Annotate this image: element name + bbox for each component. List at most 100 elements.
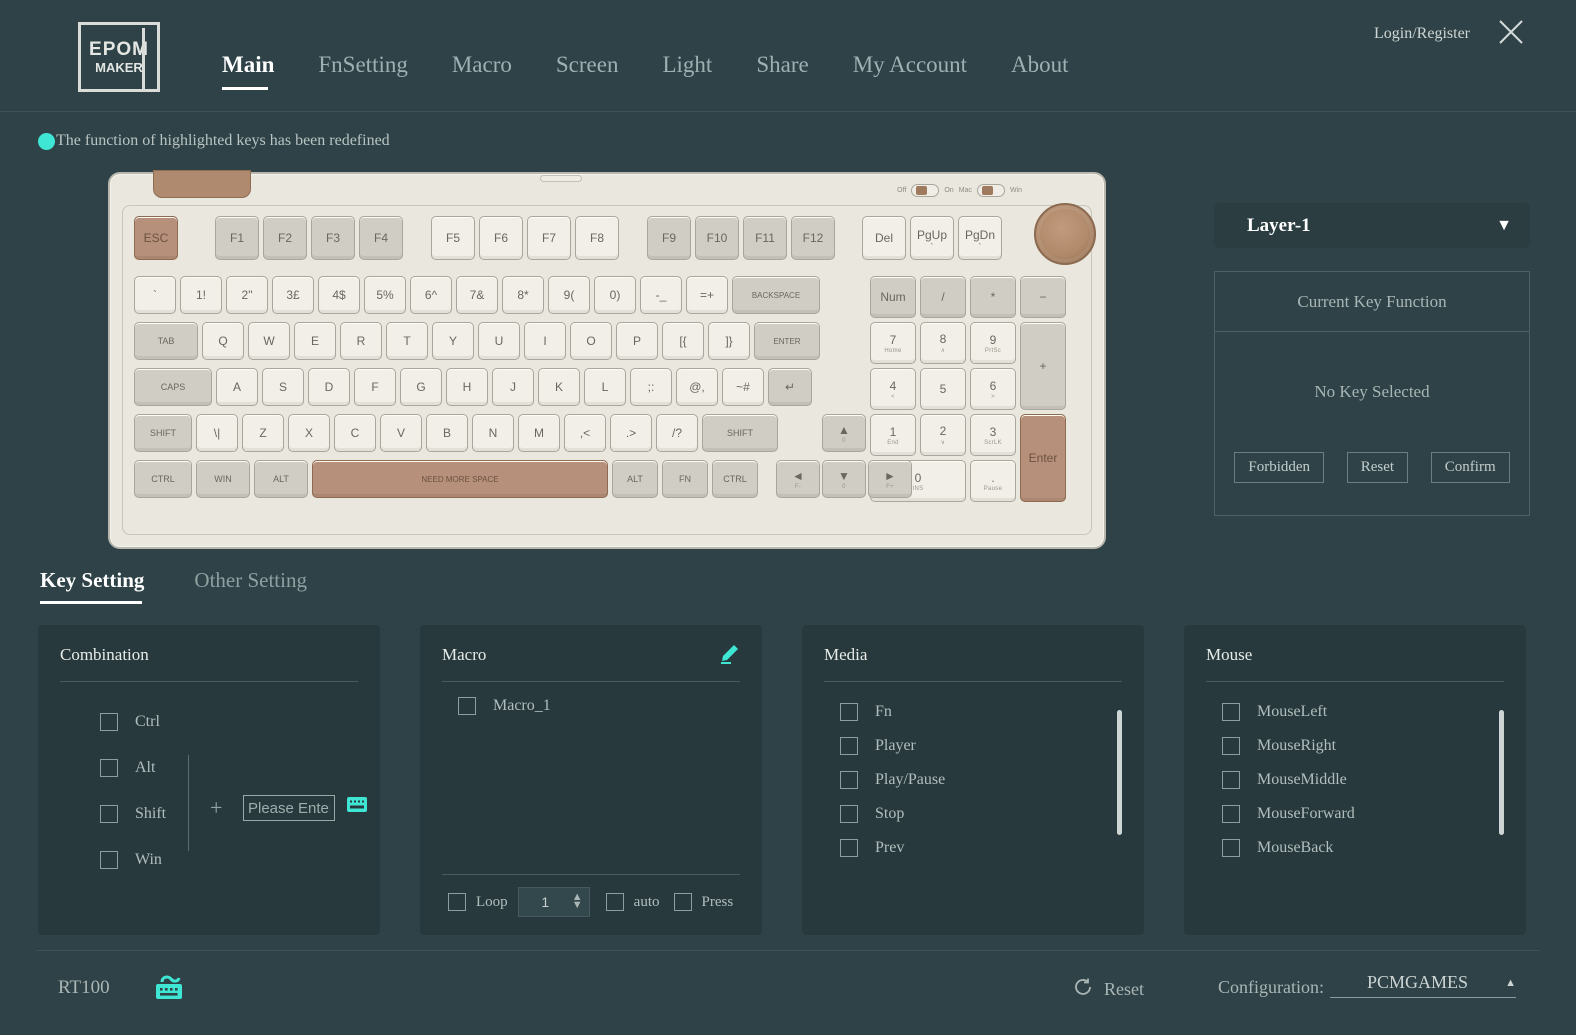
key-backspace[interactable]: BACKSPACE bbox=[732, 276, 820, 314]
key-[interactable]: ;: bbox=[630, 368, 672, 406]
key-d[interactable]: D bbox=[308, 368, 350, 406]
key-y[interactable]: Y bbox=[432, 322, 474, 360]
key-0[interactable]: 0) bbox=[594, 276, 636, 314]
media-option-stop[interactable]: Stop bbox=[840, 805, 945, 823]
checkbox-loop[interactable] bbox=[448, 893, 466, 911]
key-alt[interactable]: ALT bbox=[612, 460, 658, 498]
footer-reset-button[interactable]: Reset bbox=[1072, 976, 1144, 1003]
key-f4[interactable]: F4 bbox=[359, 216, 403, 260]
key-b[interactable]: B bbox=[426, 414, 468, 452]
nav-item-light[interactable]: Light bbox=[662, 52, 712, 90]
mouse-option-forward[interactable]: MouseForward bbox=[1222, 805, 1355, 823]
key-shift[interactable]: SHIFT bbox=[134, 414, 192, 452]
key-[interactable]: ▲ 0 bbox=[822, 414, 866, 452]
mouse-option-back[interactable]: MouseBack bbox=[1222, 839, 1355, 857]
checkbox-player[interactable] bbox=[840, 737, 858, 755]
key-6[interactable]: 6^ bbox=[410, 276, 452, 314]
key-p[interactable]: P bbox=[616, 322, 658, 360]
pencil-icon[interactable] bbox=[718, 643, 740, 670]
key-fn[interactable]: FN bbox=[662, 460, 708, 498]
checkbox-play-pause[interactable] bbox=[840, 771, 858, 789]
key-f7[interactable]: F7 bbox=[527, 216, 571, 260]
nav-item-macro[interactable]: Macro bbox=[452, 52, 512, 90]
key-3[interactable]: 3£ bbox=[272, 276, 314, 314]
key-e[interactable]: E bbox=[294, 322, 336, 360]
nav-item-my-account[interactable]: My Account bbox=[853, 52, 967, 90]
key-[interactable]: \| bbox=[196, 414, 238, 452]
key-[interactable]: + bbox=[1020, 322, 1066, 410]
key-k[interactable]: K bbox=[538, 368, 580, 406]
confirm-button[interactable]: Confirm bbox=[1430, 452, 1510, 483]
key-2[interactable]: 2 ∨ bbox=[920, 414, 966, 456]
key-[interactable]: @, bbox=[676, 368, 718, 406]
key-u[interactable]: U bbox=[478, 322, 520, 360]
key-f11[interactable]: F11 bbox=[743, 216, 787, 260]
combination-option-alt[interactable]: Alt bbox=[100, 759, 166, 777]
toggle-switch-os[interactable] bbox=[976, 184, 1005, 197]
checkbox-prev[interactable] bbox=[840, 839, 858, 857]
nav-item-share[interactable]: Share bbox=[756, 52, 808, 90]
key-v[interactable]: V bbox=[380, 414, 422, 452]
key-4[interactable]: 4 < bbox=[870, 368, 916, 410]
key-need-more-space[interactable]: NEED MORE SPACE bbox=[312, 460, 608, 498]
toggle-switch-power[interactable] bbox=[911, 184, 940, 197]
key-q[interactable]: Q bbox=[202, 322, 244, 360]
tab-other-setting[interactable]: Other Setting bbox=[194, 568, 307, 604]
key-c[interactable]: C bbox=[334, 414, 376, 452]
key-[interactable]: ◄ F- bbox=[776, 460, 820, 498]
mouse-scrollbar[interactable] bbox=[1499, 710, 1504, 835]
key-m[interactable]: M bbox=[518, 414, 560, 452]
key-3[interactable]: 3 ScrLK bbox=[970, 414, 1016, 456]
checkbox-auto[interactable] bbox=[605, 893, 624, 911]
key-t[interactable]: T bbox=[386, 322, 428, 360]
key-4[interactable]: 4$ bbox=[318, 276, 360, 314]
close-icon[interactable] bbox=[1494, 15, 1528, 49]
key-del[interactable]: Del bbox=[862, 216, 906, 260]
reset-button[interactable]: Reset bbox=[1346, 452, 1409, 483]
media-option-play-pause[interactable]: Play/Pause bbox=[840, 771, 945, 789]
configuration-selector[interactable]: PCMGAMES ▲ bbox=[1330, 972, 1516, 998]
nav-item-screen[interactable]: Screen bbox=[556, 52, 619, 90]
key-1[interactable]: 1 End bbox=[870, 414, 916, 456]
key-z[interactable]: Z bbox=[242, 414, 284, 452]
key-pgdn[interactable]: PgDn * bbox=[958, 216, 1002, 260]
media-scrollbar[interactable] bbox=[1117, 710, 1122, 835]
combination-option-ctrl[interactable]: Ctrl bbox=[100, 713, 166, 731]
key-j[interactable]: J bbox=[492, 368, 534, 406]
key-a[interactable]: A bbox=[216, 368, 258, 406]
key-[interactable]: * bbox=[970, 276, 1016, 318]
nav-item-about[interactable]: About bbox=[1011, 52, 1069, 90]
key-f2[interactable]: F2 bbox=[263, 216, 307, 260]
key-[interactable]: ↵ bbox=[768, 368, 812, 406]
key-esc[interactable]: ESC bbox=[134, 216, 178, 260]
combination-key-input[interactable] bbox=[243, 795, 335, 821]
key-x[interactable]: X bbox=[288, 414, 330, 452]
media-option-fn[interactable]: Fn bbox=[840, 703, 945, 721]
key-1[interactable]: 1! bbox=[180, 276, 222, 314]
key-f3[interactable]: F3 bbox=[311, 216, 355, 260]
key-[interactable]: /? bbox=[656, 414, 698, 452]
key-ctrl[interactable]: CTRL bbox=[134, 460, 192, 498]
checkbox-fn[interactable] bbox=[840, 703, 858, 721]
key-num[interactable]: Num bbox=[870, 276, 916, 318]
mouse-option-left[interactable]: MouseLeft bbox=[1222, 703, 1355, 721]
key-f5[interactable]: F5 bbox=[431, 216, 475, 260]
keyboard-icon[interactable] bbox=[347, 797, 367, 817]
key-g[interactable]: G bbox=[400, 368, 442, 406]
key-[interactable]: ► F+ bbox=[868, 460, 912, 498]
key-tab[interactable]: TAB bbox=[134, 322, 198, 360]
key-7[interactable]: 7& bbox=[456, 276, 498, 314]
key-7[interactable]: 7 Home bbox=[870, 322, 916, 364]
key-5[interactable]: 5% bbox=[364, 276, 406, 314]
key-[interactable]: − bbox=[1020, 276, 1066, 318]
key-f1[interactable]: F1 bbox=[215, 216, 259, 260]
key-f9[interactable]: F9 bbox=[647, 216, 691, 260]
key-8[interactable]: 8* bbox=[502, 276, 544, 314]
combination-option-win[interactable]: Win bbox=[100, 851, 166, 869]
key-h[interactable]: H bbox=[446, 368, 488, 406]
checkbox-win[interactable] bbox=[100, 851, 118, 869]
key-n[interactable]: N bbox=[472, 414, 514, 452]
key-2[interactable]: 2" bbox=[226, 276, 268, 314]
forbidden-button[interactable]: Forbidden bbox=[1234, 452, 1325, 483]
checkbox-alt[interactable] bbox=[100, 759, 118, 777]
